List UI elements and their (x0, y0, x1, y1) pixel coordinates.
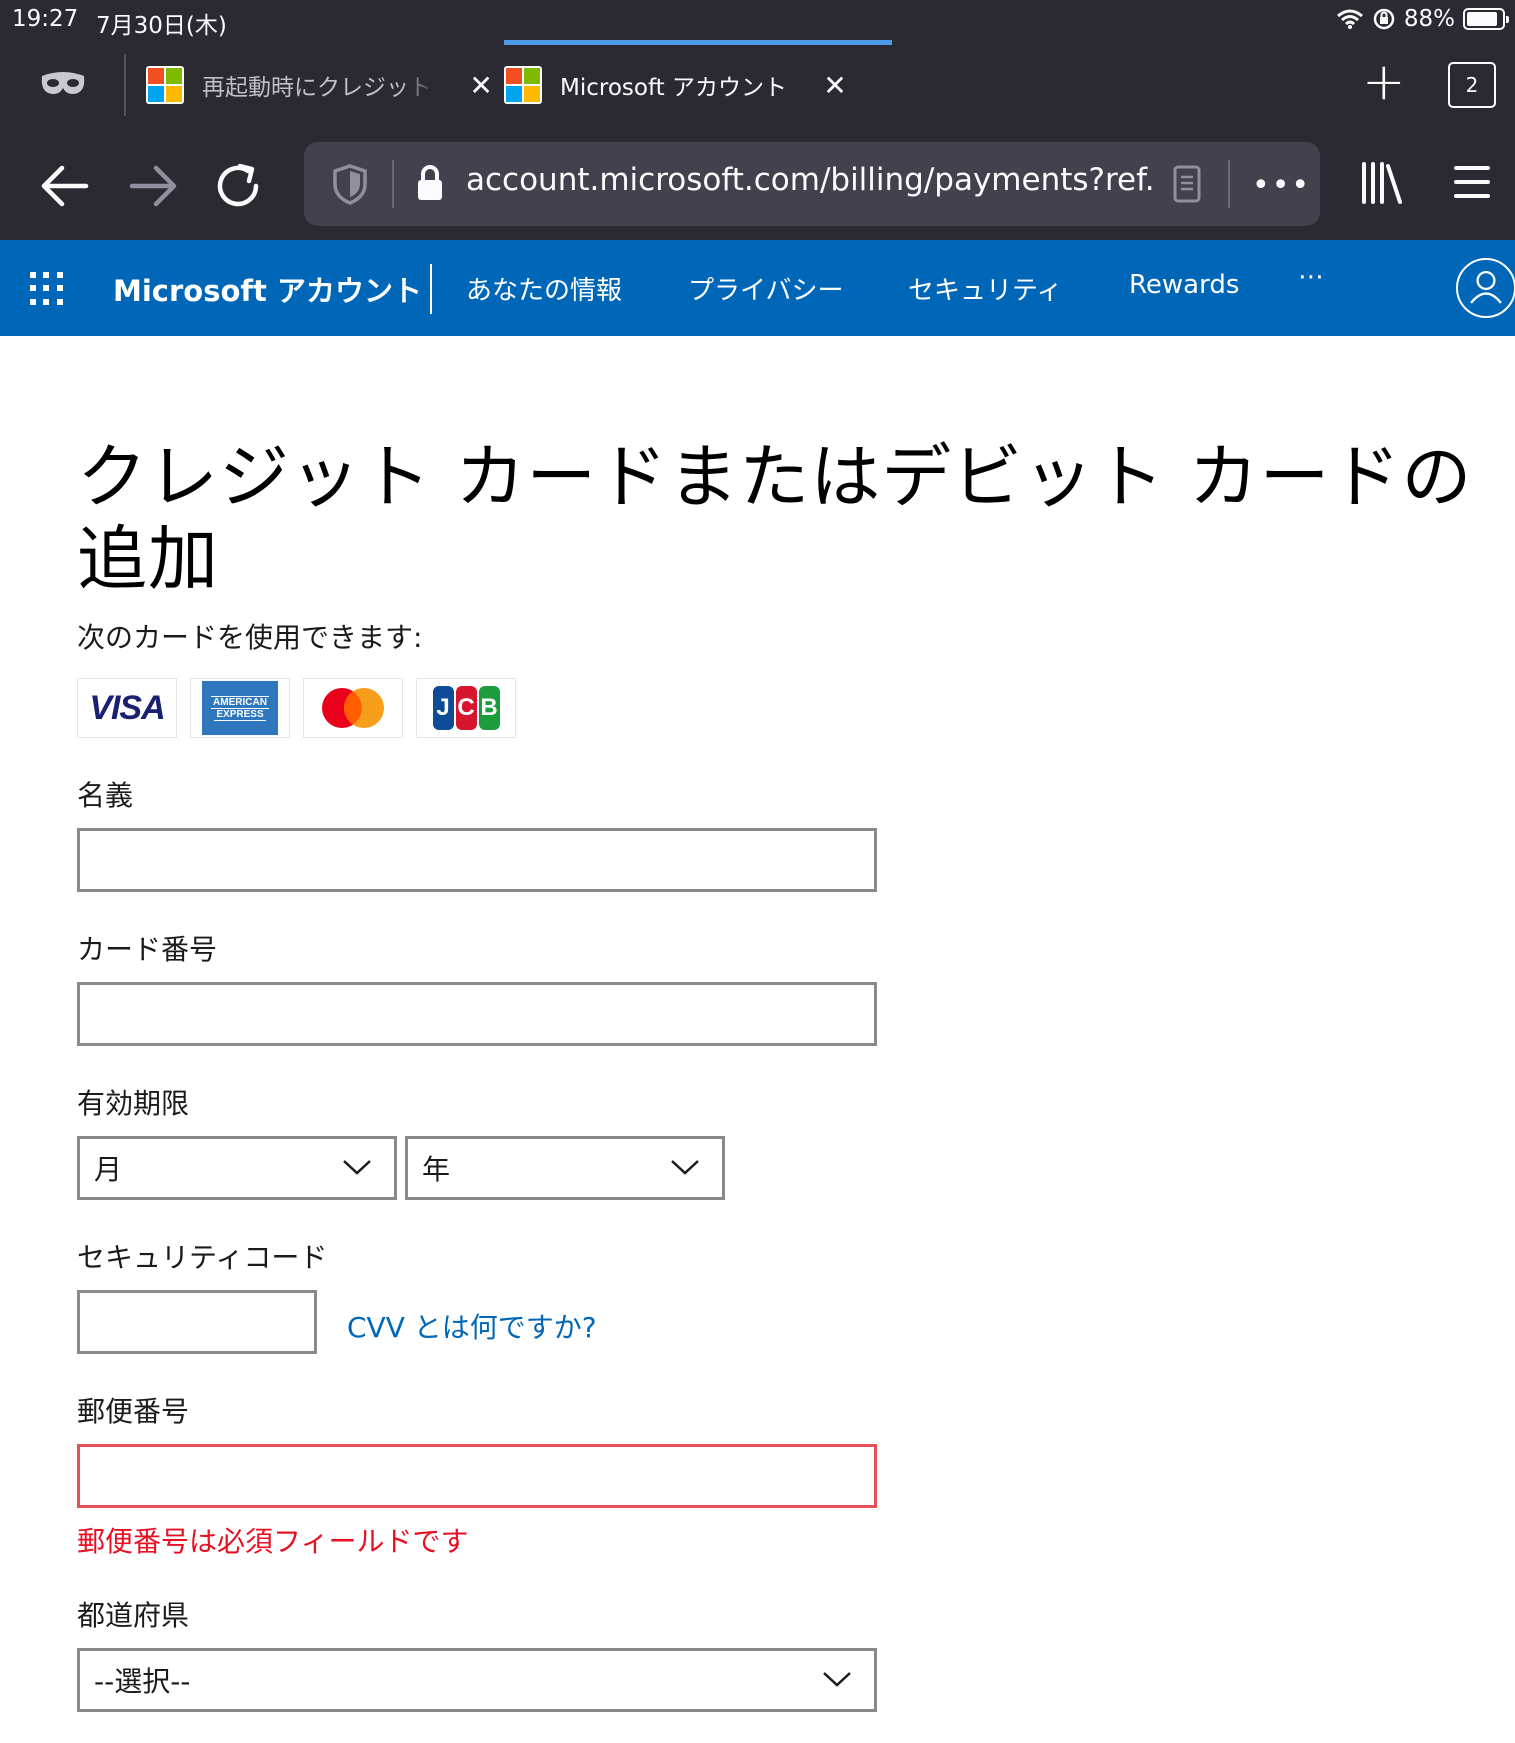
tab-title: Microsoft アカウント (560, 75, 787, 101)
url-separator (1228, 160, 1230, 208)
back-arrow-icon[interactable] (36, 158, 96, 214)
chevron-down-icon (671, 1160, 699, 1175)
postal-code-label: 郵便番号 (77, 1395, 190, 1428)
prefecture-label: 都道府県 (77, 1599, 190, 1632)
jcb-logo-box: J C B (432, 686, 500, 730)
browser-chrome: 19:27 7月30日(木) 88% 再起動時にクレジット ✕ Microsof… (0, 0, 1515, 240)
header-separator (430, 264, 432, 314)
nav-privacy[interactable]: プライバシー (688, 270, 843, 307)
nav-your-info[interactable]: あなたの情報 (466, 270, 622, 307)
amex-logo: AMERICAN EXPRESS (190, 678, 290, 738)
reload-icon[interactable] (210, 158, 270, 214)
tab-credit-restart[interactable]: 再起動時にクレジット ✕ (146, 40, 496, 130)
battery-icon (1463, 8, 1509, 30)
url-bar[interactable]: account.microsoft.com/billing/payments?r… (304, 142, 1320, 226)
cardholder-name-input[interactable] (77, 828, 877, 892)
chevron-down-icon (343, 1160, 371, 1175)
prefecture-value: --選択-- (94, 1665, 191, 1698)
tab-title: 再起動時にクレジット (202, 75, 432, 101)
nav-security[interactable]: セキュリティ (908, 270, 1062, 307)
microsoft-account-header: Microsoft アカウント あなたの情報 プライバシー セキュリティ Rew… (0, 240, 1515, 336)
page-title: クレジット カードまたはデビット カードの追加 (77, 436, 1473, 600)
tab-microsoft-account[interactable]: Microsoft アカウント ✕ (504, 40, 892, 130)
what-is-cvv-link[interactable]: CVV とは何ですか? (347, 1306, 597, 1346)
jcb-letter-b: B (478, 686, 500, 730)
postal-code-input[interactable] (77, 1444, 877, 1508)
close-tab-icon[interactable]: ✕ (820, 69, 850, 102)
forward-arrow-icon[interactable] (122, 158, 182, 214)
cardholder-name-label: 名義 (77, 779, 134, 812)
amex-logo-box: AMERICAN EXPRESS (202, 681, 278, 735)
jcb-letter-j: J (432, 686, 454, 730)
app-launcher-waffle-icon[interactable] (30, 272, 64, 306)
wifi-icon (1336, 9, 1363, 29)
expiry-month-select[interactable]: 月 (77, 1136, 397, 1200)
card-number-input[interactable] (77, 982, 877, 1046)
status-right: 88% (1336, 6, 1509, 32)
close-tab-icon[interactable]: ✕ (466, 69, 496, 102)
accepted-cards-label: 次のカードを使用できます: (77, 621, 423, 654)
orientation-lock-icon (1373, 8, 1395, 30)
expiry-month-value: 月 (94, 1153, 123, 1186)
lock-icon[interactable] (416, 164, 444, 202)
card-number-label: カード番号 (77, 933, 218, 966)
visa-logo-text: VISA (89, 688, 165, 727)
security-code-input[interactable] (77, 1290, 317, 1354)
status-time: 19:27 (12, 6, 79, 32)
url-text[interactable]: account.microsoft.com/billing/payments?r… (466, 162, 1156, 198)
status-date: 7月30日(木) (96, 13, 227, 39)
mastercard-circles-icon (322, 688, 384, 728)
status-bar: 19:27 7月30日(木) 88% (0, 0, 1515, 40)
visa-logo: VISA (77, 678, 177, 738)
mastercard-logo (303, 678, 403, 738)
expiry-year-select[interactable]: 年 (405, 1136, 725, 1200)
prefecture-select[interactable]: --選択-- (77, 1648, 877, 1712)
jcb-logo: J C B (416, 678, 516, 738)
expiry-label: 有効期限 (77, 1087, 190, 1120)
navigation-row: account.microsoft.com/billing/payments?r… (0, 130, 1515, 240)
battery-percent: 88% (1403, 6, 1455, 32)
nav-more-ellipsis[interactable]: ⋯ (1298, 262, 1326, 292)
accepted-card-logos: VISA AMERICAN EXPRESS J C B (77, 678, 516, 738)
tab-separator (124, 54, 126, 116)
tracking-protection-shield-icon[interactable] (330, 162, 370, 206)
microsoft-logo-icon (504, 66, 542, 104)
expiry-year-value: 年 (422, 1153, 451, 1186)
security-code-label: セキュリティコード (77, 1241, 328, 1274)
amex-line2: EXPRESS (214, 708, 266, 721)
library-icon[interactable] (1360, 160, 1404, 206)
jcb-letter-c: C (455, 686, 477, 730)
chevron-down-icon (823, 1672, 851, 1687)
private-browsing-mask-icon[interactable] (38, 66, 88, 100)
url-separator (392, 160, 394, 208)
nav-rewards[interactable]: Rewards (1129, 270, 1239, 300)
new-tab-plus-icon[interactable]: + (1362, 56, 1406, 108)
account-avatar-icon[interactable] (1456, 258, 1515, 318)
page-actions-more-icon[interactable]: ••• (1252, 168, 1311, 203)
brand-link[interactable]: Microsoft アカウント (113, 268, 422, 310)
tab-count-button[interactable]: 2 (1448, 62, 1496, 108)
amex-line1: AMERICAN (211, 695, 269, 709)
postal-code-error-message: 郵便番号は必須フィールドです (77, 1525, 469, 1558)
reader-view-icon[interactable] (1172, 164, 1202, 204)
microsoft-logo-icon (146, 66, 184, 104)
tab-strip: 再起動時にクレジット ✕ Microsoft アカウント ✕ + 2 (0, 40, 1515, 130)
battery-fill (1467, 12, 1497, 26)
hamburger-menu-icon[interactable] (1454, 162, 1490, 202)
